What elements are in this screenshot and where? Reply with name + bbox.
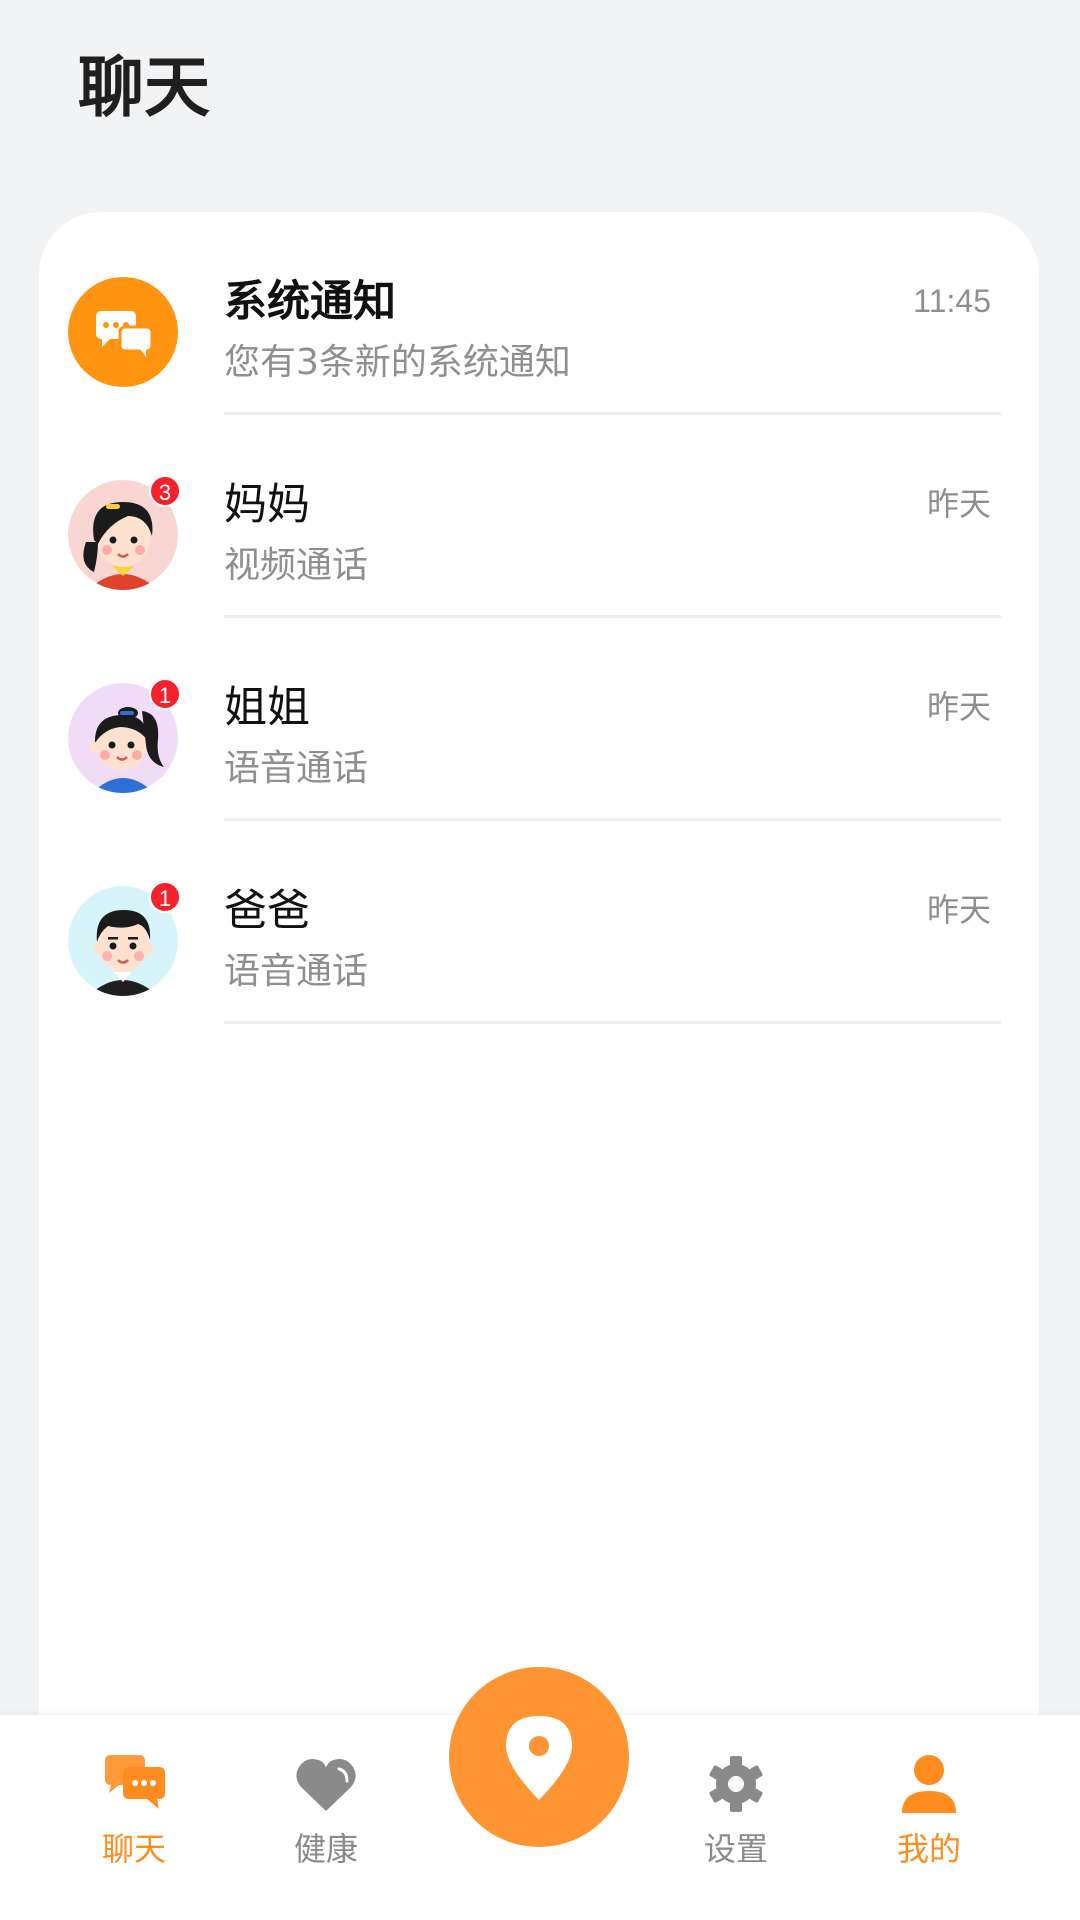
gear-icon (709, 1756, 763, 1812)
page-title: 聊天 (78, 49, 210, 126)
conversation-preview: 语音通话 (224, 748, 369, 789)
conversation-name: 爸爸 (224, 886, 310, 936)
conversation-preview: 视频通话 (224, 545, 369, 586)
conversation-list: 系统通知 您有3条新的系统通知 11:45 3 妈妈 视频通话 昨天 1 姐姐 … (39, 212, 1039, 1772)
conversation-item-system[interactable]: 系统通知 您有3条新的系统通知 11:45 (39, 212, 1039, 415)
conversation-time: 昨天 (926, 486, 991, 522)
conversation-time: 11:45 (913, 283, 991, 319)
conversation-name: 姐姐 (224, 683, 310, 733)
unread-badge: 1 (149, 678, 181, 710)
conversation-time: 昨天 (926, 689, 991, 725)
conversation-time: 昨天 (926, 892, 991, 928)
system-avatar (68, 277, 178, 387)
location-pin-icon (506, 1716, 572, 1800)
conversation-item-sister[interactable]: 1 姐姐 语音通话 昨天 (39, 618, 1039, 821)
chat-screen: 聊天 系统通知 您有3条新的系统通知 11:45 3 妈妈 视频通话 昨天 1 … (0, 0, 1080, 1920)
conversation-item-dad[interactable]: 1 爸爸 语音通话 昨天 (39, 821, 1039, 1024)
chat-bubbles-icon (105, 1755, 165, 1809)
dad-avatar: 1 (68, 881, 181, 996)
tab-mine[interactable]: 我的 (854, 1753, 1004, 1893)
tab-health[interactable]: 健康 (251, 1753, 401, 1893)
person-icon (902, 1755, 956, 1813)
tab-mine-label: 我的 (896, 1830, 961, 1868)
conversation-name: 系统通知 (224, 277, 396, 327)
tab-chat[interactable]: 聊天 (59, 1753, 209, 1893)
tab-settings[interactable]: 设置 (661, 1753, 811, 1893)
tab-health-label: 健康 (293, 1830, 358, 1868)
tab-chat-label: 聊天 (101, 1830, 166, 1868)
location-button[interactable] (449, 1667, 629, 1847)
conversation-preview: 语音通话 (224, 951, 369, 992)
tab-settings-label: 设置 (703, 1830, 768, 1868)
unread-badge: 1 (149, 881, 181, 913)
conversation-preview: 您有3条新的系统通知 (224, 342, 571, 383)
divider (224, 1021, 1001, 1024)
unread-badge: 3 (149, 475, 181, 507)
mom-avatar: 3 (68, 475, 181, 590)
conversation-name: 妈妈 (224, 480, 310, 530)
chat-bubbles-icon (68, 277, 178, 387)
sister-avatar: 1 (68, 678, 181, 793)
conversation-item-mom[interactable]: 3 妈妈 视频通话 昨天 (39, 415, 1039, 618)
heart-icon (296, 1759, 356, 1811)
